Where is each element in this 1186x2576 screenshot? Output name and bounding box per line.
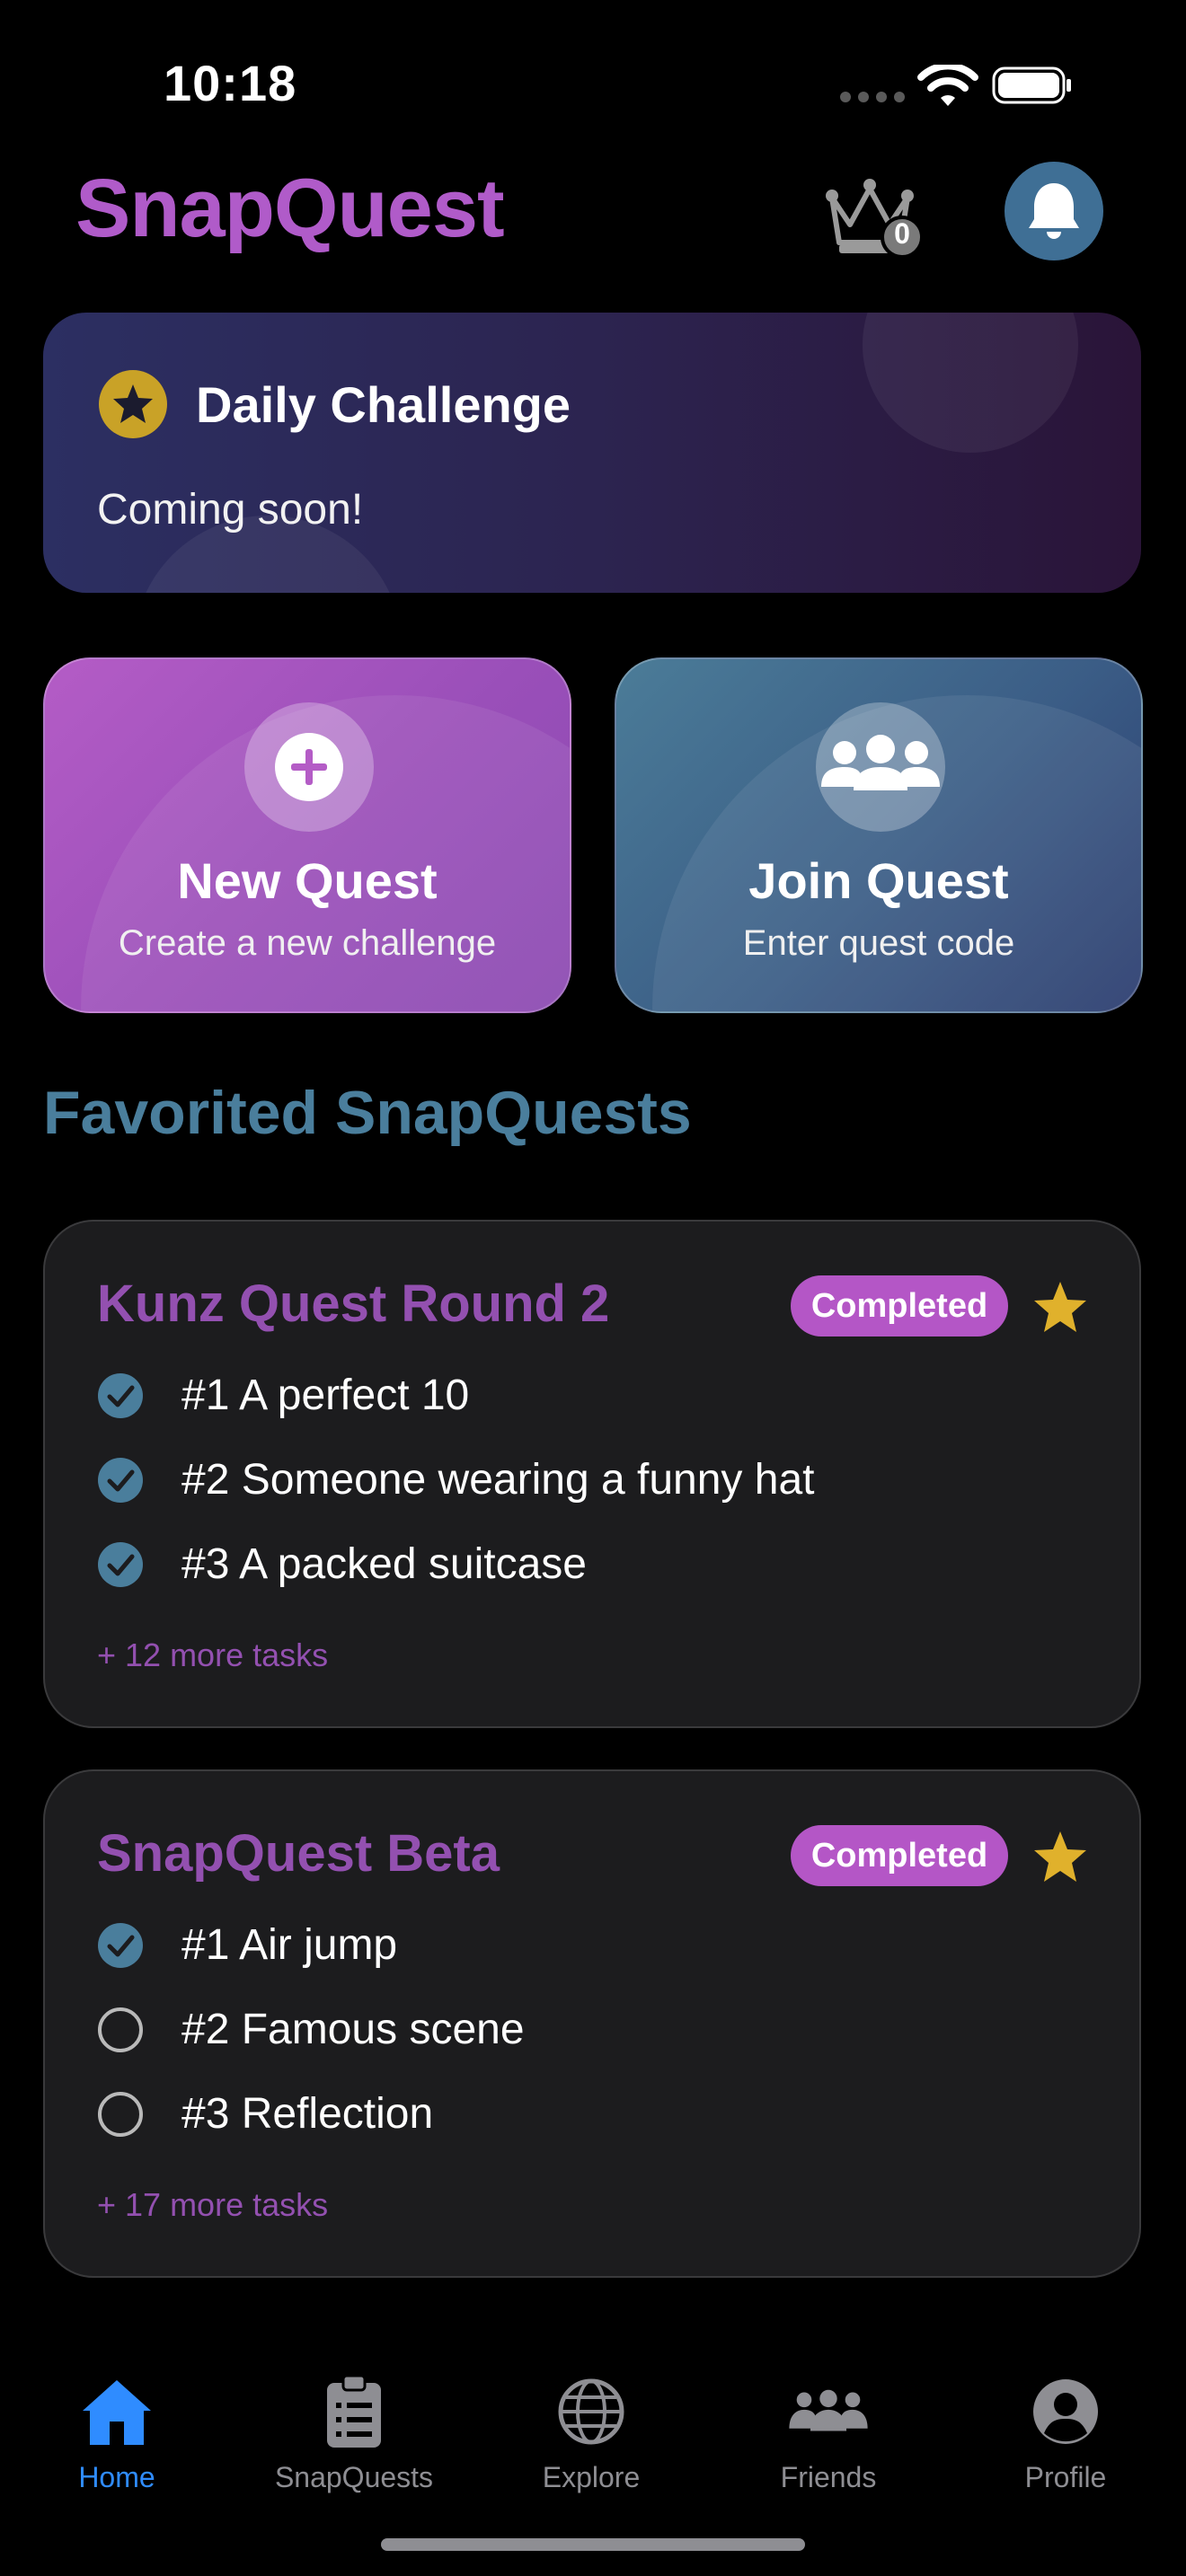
task-item: #3 Reflection xyxy=(97,2089,433,2139)
task-item: #1 Air jump xyxy=(97,1920,397,1970)
checked-circle-icon xyxy=(98,1457,143,1503)
status-time: 10:18 xyxy=(164,55,297,111)
house-icon xyxy=(76,2371,157,2452)
quest-name: Kunz Quest Round 2 xyxy=(97,1275,610,1333)
star-badge-icon xyxy=(99,370,167,438)
bell-icon xyxy=(1029,183,1079,239)
task-label: #1 Air jump xyxy=(181,1921,398,1969)
status-badge: Completed xyxy=(791,1825,1008,1886)
task-label: #2 Famous scene xyxy=(181,2006,525,2053)
task-item: #3 A packed suitcase xyxy=(97,1539,587,1589)
tab-label: Home xyxy=(78,2461,155,2493)
crown-button[interactable]: 0 xyxy=(825,172,924,262)
checked-circle-icon xyxy=(98,1372,143,1418)
tab-label: Profile xyxy=(1024,2461,1107,2493)
notifications-button[interactable] xyxy=(1005,162,1103,260)
plus-circle-icon xyxy=(244,702,374,832)
clipboard-icon xyxy=(314,2371,394,2452)
empty-circle-icon xyxy=(98,2007,143,2052)
favorite-star-icon[interactable] xyxy=(1031,1829,1089,1886)
quest-card[interactable]: SnapQuest Beta Completed #1 Air jump #2 … xyxy=(43,1769,1141,2278)
daily-challenge-card[interactable]: Daily Challenge Coming soon! xyxy=(43,313,1141,593)
tab-label: Friends xyxy=(780,2461,877,2493)
crown-count: 0 xyxy=(894,217,910,250)
quest-name: SnapQuest Beta xyxy=(97,1824,500,1883)
favorite-star-icon[interactable] xyxy=(1031,1279,1089,1337)
more-tasks-link[interactable]: + 17 more tasks xyxy=(97,2186,328,2224)
tab-explore[interactable]: Explore xyxy=(492,2371,690,2494)
task-label: #1 A perfect 10 xyxy=(181,1372,470,1419)
join-quest-button[interactable]: Join Quest Enter quest code xyxy=(615,657,1143,1013)
task-item: #2 Someone wearing a funny hat xyxy=(97,1455,814,1504)
tab-label: Explore xyxy=(542,2461,641,2493)
checked-circle-icon xyxy=(98,1541,143,1587)
tab-label: SnapQuests xyxy=(274,2461,434,2493)
cellular-signal-icon xyxy=(840,92,905,102)
tab-snapquests[interactable]: SnapQuests xyxy=(255,2371,453,2494)
group-icon xyxy=(816,702,945,832)
battery-icon xyxy=(992,66,1071,104)
new-quest-button[interactable]: New Quest Create a new challenge xyxy=(43,657,571,1013)
checked-circle-icon xyxy=(98,1922,143,1968)
status-badge: Completed xyxy=(791,1275,1008,1337)
favorites-section-title: Favorited SnapQuests xyxy=(43,1079,692,1147)
daily-challenge-title: Daily Challenge xyxy=(196,376,571,433)
task-label: #3 A packed suitcase xyxy=(181,1540,587,1588)
task-item: #2 Famous scene xyxy=(97,2005,525,2054)
more-tasks-link[interactable]: + 12 more tasks xyxy=(97,1636,328,1674)
task-label: #2 Someone wearing a funny hat xyxy=(181,1456,815,1504)
daily-challenge-subtitle: Coming soon! xyxy=(97,486,364,534)
person-circle-icon xyxy=(1025,2371,1106,2452)
home-indicator xyxy=(381,2538,805,2551)
tab-friends[interactable]: Friends xyxy=(730,2371,927,2494)
wifi-icon xyxy=(917,65,978,106)
tab-home[interactable]: Home xyxy=(18,2371,216,2494)
join-quest-title: Join Quest xyxy=(748,852,1009,909)
new-quest-subtitle: Create a new challenge xyxy=(118,923,497,963)
empty-circle-icon xyxy=(98,2091,143,2137)
app-title: SnapQuest xyxy=(75,163,505,254)
new-quest-title: New Quest xyxy=(177,852,438,909)
tab-profile[interactable]: Profile xyxy=(967,2371,1164,2494)
decor-circle xyxy=(863,313,1078,453)
people-icon xyxy=(788,2371,869,2452)
join-quest-subtitle: Enter quest code xyxy=(742,923,1015,963)
globe-icon xyxy=(551,2371,632,2452)
task-label: #3 Reflection xyxy=(181,2090,434,2138)
quest-card[interactable]: Kunz Quest Round 2 Completed #1 A perfec… xyxy=(43,1220,1141,1728)
task-item: #1 A perfect 10 xyxy=(97,1371,469,1420)
